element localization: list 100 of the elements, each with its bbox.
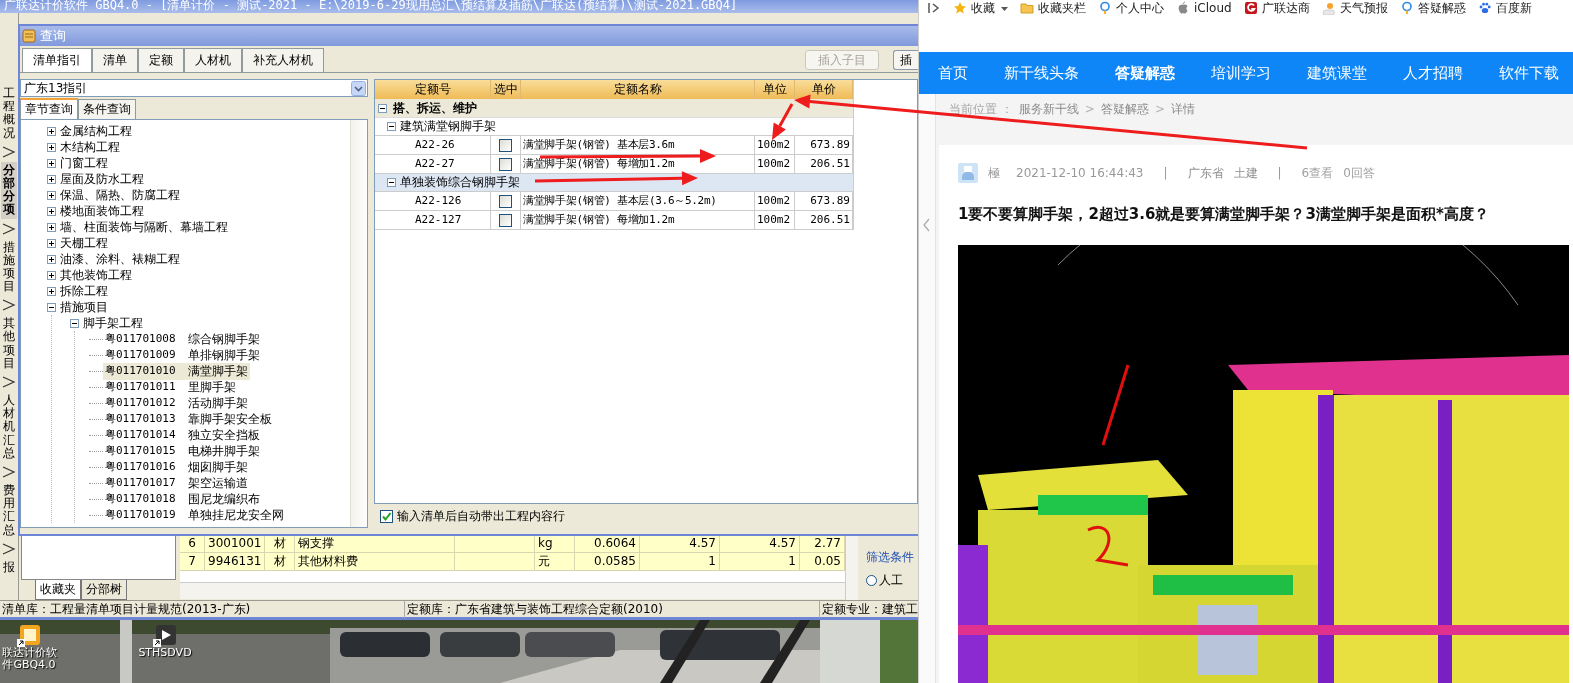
tree-item[interactable]: 楼地面装饰工程 xyxy=(60,202,144,220)
bookmark-link[interactable]: 天气预报 xyxy=(1321,0,1388,16)
table-cell: A22-126 xyxy=(375,192,491,210)
nav-link[interactable]: 答疑解惑 xyxy=(1115,63,1175,83)
collapse-icon[interactable] xyxy=(387,122,396,131)
expand-icon[interactable] xyxy=(47,222,56,232)
table-cell: 100m2 xyxy=(755,155,795,173)
tree-item[interactable]: 粤011701010 满堂脚手架 xyxy=(103,362,250,380)
bookmark-link[interactable]: 收藏夹栏 xyxy=(1020,0,1086,16)
chevron-left-icon xyxy=(923,218,931,232)
nav-link[interactable]: 首页 xyxy=(938,63,968,83)
nav-tab[interactable]: 其他项目 xyxy=(1,315,17,372)
icon-label[interactable]: 联达计价软件GBQ4.0 xyxy=(1,647,57,671)
insert-button[interactable]: 插 xyxy=(893,50,918,70)
tab[interactable]: 分部树 xyxy=(81,580,127,600)
expand-icon[interactable] xyxy=(47,190,56,200)
tab[interactable]: 条件查询 xyxy=(78,99,136,119)
nav-tab[interactable]: 工程概况 xyxy=(1,85,17,142)
post-stat: 0回答 xyxy=(1343,164,1375,182)
group-row[interactable]: 搭、拆运、维护 xyxy=(375,99,853,118)
tree-item[interactable]: 金属结构工程 xyxy=(60,122,132,140)
tree-item[interactable]: 粤011701017 架空运输道 xyxy=(103,474,250,492)
table-cell: 满堂脚手架(钢管) 每增加1.2m xyxy=(521,211,755,229)
tree-item[interactable]: 粤011701019 单独挂尼龙安全网 xyxy=(103,506,286,524)
expand-icon[interactable] xyxy=(47,142,56,152)
expand-icon[interactable] xyxy=(47,270,56,280)
bookmark-link[interactable]: 答疑解惑 xyxy=(1399,0,1466,16)
chevron-icon xyxy=(2,541,16,556)
expand-icon[interactable] xyxy=(47,126,56,136)
nav-link[interactable]: 培训学习 xyxy=(1211,63,1271,83)
checkbox[interactable] xyxy=(499,157,512,171)
tree-item[interactable]: 脚手架工程 xyxy=(83,314,143,332)
tab[interactable]: 收藏夹 xyxy=(35,580,81,600)
tree-item[interactable]: 粤011701009 单排钢脚手架 xyxy=(103,346,262,364)
tree-item[interactable]: 粤011701012 活动脚手架 xyxy=(103,394,250,412)
tree-item[interactable]: 粤011701011 里脚手架 xyxy=(103,378,238,396)
expand-icon[interactable] xyxy=(47,238,56,248)
tree-item[interactable]: 门窗工程 xyxy=(60,154,108,172)
tab[interactable]: 章节查询 xyxy=(20,98,78,119)
bookmark-link[interactable]: 百度新 xyxy=(1477,0,1532,16)
collapse-icon[interactable] xyxy=(387,178,396,187)
collapse-icon[interactable] xyxy=(47,302,56,312)
expand-icon[interactable] xyxy=(47,286,56,296)
nav-tab[interactable]: 报 xyxy=(1,558,17,576)
tree-item[interactable]: 粤011701014 独立安全挡板 xyxy=(103,426,262,444)
tree-item[interactable]: 粤011701015 电梯井脚手架 xyxy=(103,442,262,460)
tree-item[interactable]: 粤011701016 烟囱脚手架 xyxy=(103,458,250,476)
checkbox[interactable] xyxy=(499,138,512,152)
nav-tab[interactable]: 人材机汇总 xyxy=(1,392,17,462)
expand-icon[interactable] xyxy=(47,158,56,168)
post-tag[interactable]: 土建 xyxy=(1233,164,1258,182)
tab[interactable]: 清单指引 xyxy=(22,48,92,72)
collapse-icon[interactable] xyxy=(70,318,79,328)
group-row[interactable]: 建筑满堂钢脚手架 xyxy=(375,118,853,136)
nav-tab[interactable]: 分部分项 xyxy=(1,161,17,219)
shortcut-icon[interactable] xyxy=(153,623,177,647)
tab[interactable]: 补充人材机 xyxy=(242,48,324,72)
horizontal-scrollbar[interactable] xyxy=(180,582,845,599)
tab[interactable]: 人材机 xyxy=(184,48,242,72)
nav-link[interactable]: 人才招聘 xyxy=(1403,63,1463,83)
tree-item[interactable]: 墙、柱面装饰与隔断、幕墙工程 xyxy=(60,218,228,236)
shortcut-icon[interactable] xyxy=(17,623,41,647)
checkbox[interactable] xyxy=(380,509,393,523)
expand-icon[interactable] xyxy=(47,206,56,216)
tree-item[interactable]: 粤011701008 综合钢脚手架 xyxy=(103,330,262,348)
tree-item[interactable]: 粤011701018 围尼龙编织布 xyxy=(103,490,262,508)
tree-item[interactable]: 保温、隔热、防腐工程 xyxy=(60,186,180,204)
bookmark-link[interactable]: 收藏 xyxy=(953,0,995,16)
nav-link[interactable]: 软件下载 xyxy=(1499,63,1559,83)
collapse-icon[interactable] xyxy=(378,103,387,113)
icon-label[interactable]: STHSDVD xyxy=(137,647,193,659)
bookmark-link[interactable]: 广联达商 xyxy=(1243,0,1310,16)
tree-item[interactable]: 木结构工程 xyxy=(60,138,120,156)
bookmark-link[interactable]: iCloud xyxy=(1176,1,1232,15)
vertical-scrollbar[interactable] xyxy=(350,120,367,527)
tree-item[interactable]: 天棚工程 xyxy=(60,234,108,252)
tree-item[interactable]: 拆除工程 xyxy=(60,282,108,300)
tab[interactable]: 定额 xyxy=(138,48,184,72)
checkbox[interactable] xyxy=(499,194,512,208)
question-title: 1要不要算脚手架，2超过3.6就是要算满堂脚手架？3满堂脚手架是面积*高度？ xyxy=(958,204,1490,225)
vertical-scrollbar[interactable] xyxy=(845,535,858,600)
tree-item[interactable]: 粤011701013 靠脚手架安全板 xyxy=(103,410,274,428)
checkbox[interactable] xyxy=(499,213,512,227)
bookmark-link[interactable]: 个人中心 xyxy=(1098,0,1164,16)
expand-icon[interactable] xyxy=(47,254,56,264)
nav-tab[interactable]: 措施项目 xyxy=(1,238,17,296)
tree-item[interactable]: 措施项目 xyxy=(60,298,108,316)
tree-item[interactable]: 油漆、涂料、裱糊工程 xyxy=(60,250,180,268)
expand-icon[interactable] xyxy=(47,174,56,184)
tab[interactable]: 清单 xyxy=(92,48,138,72)
nav-link[interactable]: 新干线头条 xyxy=(1004,63,1079,83)
nav-link[interactable]: 建筑课堂 xyxy=(1307,63,1367,83)
tree-item[interactable]: 其他装饰工程 xyxy=(60,266,132,284)
tree-item[interactable]: 屋面及防水工程 xyxy=(60,170,144,188)
dropdown-field[interactable]: 广东13指引 xyxy=(20,79,368,97)
nav-tab[interactable]: 费用汇总 xyxy=(1,481,17,539)
post-tag[interactable]: 广东省 xyxy=(1187,164,1224,182)
apple-icon xyxy=(1176,1,1190,15)
radio-button[interactable] xyxy=(866,575,877,586)
group-row[interactable]: 单独装饰综合钢脚手架 xyxy=(375,174,853,192)
